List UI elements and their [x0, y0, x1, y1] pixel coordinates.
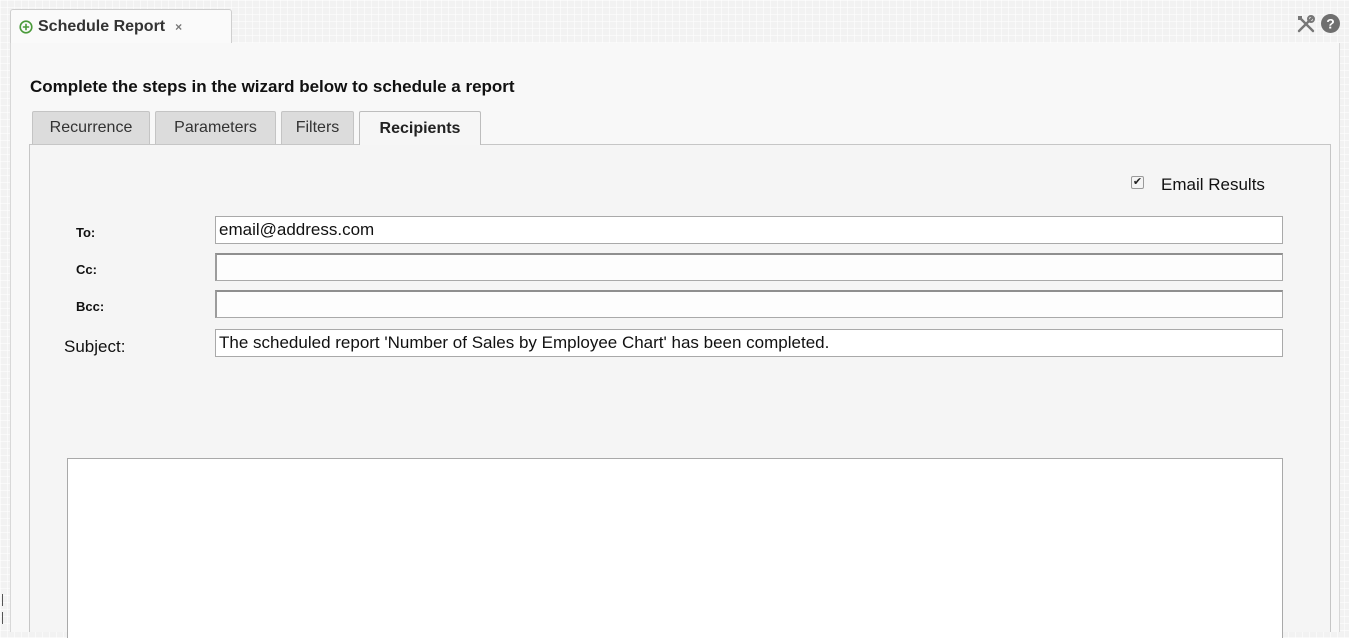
help-icon[interactable]: ? [1320, 13, 1341, 34]
to-label: To: [76, 225, 96, 240]
close-icon[interactable]: × [175, 20, 182, 34]
tab-recipients[interactable]: Recipients [359, 111, 481, 145]
subject-field[interactable] [215, 329, 1283, 357]
document-tab-bar: Schedule Report × ? [0, 0, 1349, 43]
cc-field[interactable] [215, 253, 1283, 281]
schedule-report-tab[interactable]: Schedule Report × [10, 9, 232, 43]
subject-label: Subject: [64, 337, 126, 356]
tab-title: Schedule Report [38, 17, 166, 35]
message-body-textarea[interactable] [67, 458, 1283, 638]
bcc-field[interactable] [215, 290, 1283, 318]
page-title: Complete the steps in the wizard below t… [30, 77, 515, 96]
tab-recurrence[interactable]: Recurrence [32, 111, 150, 144]
edge-divider [2, 612, 3, 624]
edge-divider [2, 594, 3, 606]
tab-parameters[interactable]: Parameters [155, 111, 276, 144]
tools-icon[interactable] [1295, 13, 1317, 35]
email-results-checkbox[interactable]: ✔ [1131, 176, 1144, 189]
schedule-plus-icon [19, 19, 33, 34]
to-field[interactable] [215, 216, 1283, 244]
help-glyph: ? [1326, 16, 1335, 32]
tab-filters[interactable]: Filters [281, 111, 354, 144]
email-results-label: Email Results [1161, 175, 1265, 194]
cc-label: Cc: [76, 262, 97, 277]
bcc-label: Bcc: [76, 299, 105, 314]
